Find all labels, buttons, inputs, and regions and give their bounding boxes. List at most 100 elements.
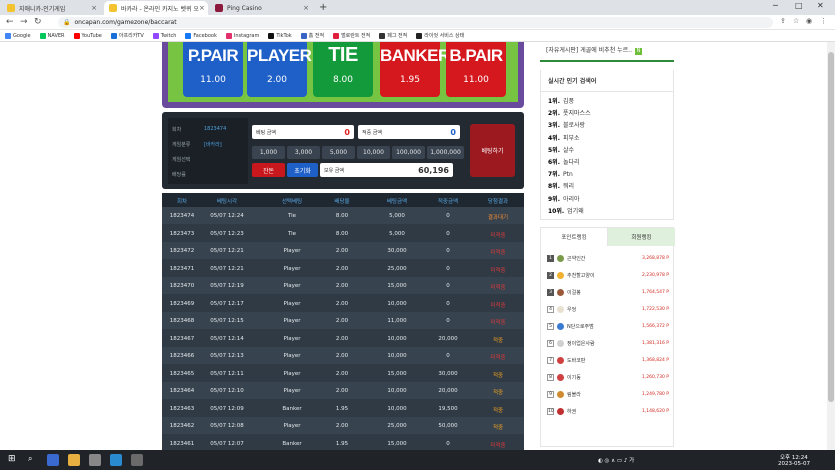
new-tab-button[interactable]: + — [319, 2, 327, 13]
minimize-icon[interactable]: ─ — [773, 1, 778, 10]
bookmark-label: 페그 전적 — [387, 33, 408, 39]
bookmark-icon — [379, 32, 386, 39]
keyword-item[interactable]: 10위. 엄기왜 — [548, 206, 584, 215]
win-amount-field: 적중 금액 0 — [358, 125, 460, 139]
chrome-taskbar-icon[interactable] — [47, 454, 59, 466]
ranking-item[interactable]: 6 정이업은사람 1,381,316 P — [547, 337, 669, 349]
ranking-item[interactable]: 10 하권 1,148,620 P — [547, 405, 669, 417]
notice-text[interactable]: [자유게시판] 게골에 비추천 누르.. — [546, 47, 632, 54]
app-taskbar-icon[interactable] — [89, 454, 101, 466]
table-cell: 1.95 — [335, 440, 349, 447]
ranking-item[interactable]: 3 이걸봉 1,764,547 P — [547, 286, 669, 298]
bookmark-item[interactable]: Instagram — [225, 32, 259, 39]
bookmark-item[interactable]: YouTube — [73, 32, 102, 39]
clock-time[interactable]: 오후 12:24 — [780, 453, 808, 461]
bookmark-item[interactable]: 페그 전적 — [379, 32, 407, 39]
browser-tab-2[interactable]: 바카라 - 온라인 카지노 벳퀴 오 × — [104, 1, 208, 15]
keyword-text: 풋지마스스 — [562, 110, 591, 118]
keyword-item[interactable]: 9위. 아리아 — [548, 194, 580, 203]
keyword-item[interactable]: 7위. Ptn — [548, 169, 573, 178]
chip-5000-button[interactable]: 5,000 — [322, 146, 355, 159]
ranking-item[interactable]: 1 곤약인간 3,268,878 P — [547, 252, 669, 264]
chip-10000-button[interactable]: 10,000 — [357, 146, 390, 159]
bookmark-star-icon[interactable]: ☆ — [793, 17, 799, 25]
bookmark-item[interactable]: Twitch — [152, 32, 176, 39]
bet-amount-value: 0 — [344, 127, 350, 137]
browser-tab-1[interactable]: 지애니카-인기게임 × — [2, 1, 102, 15]
bookmark-icon — [110, 32, 117, 39]
rank-points: 1,381,316 P — [641, 340, 669, 346]
close-icon[interactable]: × — [91, 4, 97, 12]
table-cell: 1823469 — [169, 300, 195, 307]
ranking-item[interactable]: 9 림볼라 1,249,780 P — [547, 388, 669, 400]
forward-icon[interactable]: → — [20, 17, 28, 27]
bet-player-button[interactable]: PLAYER 2.00 — [247, 42, 312, 97]
chip-1000-button[interactable]: 1,000 — [252, 146, 285, 159]
store-taskbar-icon[interactable] — [110, 454, 122, 466]
keyword-text: 뭐리 — [562, 183, 575, 191]
rank-name: 정이업은사람 — [567, 340, 595, 347]
bookmark-item[interactable]: 벌로란트 전적 — [333, 32, 370, 39]
reset-button[interactable]: 잔돈 — [252, 163, 285, 177]
chip-1000000-button[interactable]: 1,000,000 — [427, 146, 464, 159]
close-icon[interactable]: × — [199, 4, 205, 12]
ranking-item[interactable]: 8 이기동 1,260,730 P — [547, 371, 669, 383]
back-icon[interactable]: ← — [6, 17, 14, 27]
search-icon[interactable]: ⌕ — [28, 454, 32, 464]
scrollbar-thumb[interactable] — [828, 52, 834, 402]
keyword-item[interactable]: 8위. 뭐리 — [548, 181, 574, 190]
chip-100000-button[interactable]: 100,000 — [392, 146, 425, 159]
menu-icon[interactable]: ⋮ — [820, 17, 827, 25]
tab-point-ranking[interactable]: 포인트랭킹 — [541, 228, 608, 246]
close-window-icon[interactable]: ✕ — [817, 1, 824, 10]
table-cell: 0 — [446, 353, 450, 359]
bet-banker-button[interactable]: BANKER 1.95 — [380, 42, 450, 97]
clock-date[interactable]: 2023-05-07 — [778, 461, 810, 467]
keyword-item[interactable]: 1위. 김풍 — [548, 96, 574, 105]
chip-3000-button[interactable]: 3,000 — [287, 146, 320, 159]
bookmark-icon — [152, 32, 159, 39]
bookmark-item[interactable]: NAVER — [39, 32, 65, 39]
avatar — [557, 407, 564, 415]
page-scrollbar[interactable] — [827, 42, 835, 450]
profile-icon[interactable]: ◉ — [806, 17, 812, 25]
bookmark-item[interactable]: 아프리카TV — [110, 32, 144, 39]
bet-bpair-button[interactable]: B.PAIR 11.00 — [446, 42, 506, 97]
ranking-item[interactable]: 4 우엉 1,722,530 P — [547, 303, 669, 315]
close-icon[interactable]: × — [303, 4, 309, 12]
board-notice[interactable]: [자유게시판] 게골에 비추천 누르.. N — [540, 42, 674, 62]
explorer-taskbar-icon[interactable] — [68, 454, 80, 466]
keyword-item[interactable]: 3위. 블로사랑 — [548, 120, 585, 129]
place-bet-button[interactable]: 베팅하기 — [470, 124, 515, 177]
table-cell: 미적중 — [490, 355, 506, 361]
bookmark-item[interactable]: TikTok — [268, 32, 292, 39]
windows-start-icon[interactable]: ⊞ — [8, 454, 16, 464]
bookmark-item[interactable]: 라이엇 서비스 상태 — [416, 32, 464, 39]
clear-button[interactable]: 초기화 — [287, 163, 318, 177]
tab-member-ranking[interactable]: 회원랭킹 — [608, 228, 675, 246]
address-bar[interactable]: 🔒 oncapan.com/gamezone/baccarat — [58, 17, 773, 28]
ranking-item[interactable]: 5 N단으로주범 1,566,372 P — [547, 320, 669, 332]
keyword-item[interactable]: 5위. 살수 — [548, 145, 574, 154]
bookmark-item[interactable]: Google — [5, 32, 31, 39]
keyword-item[interactable]: 2위. 풋지마스스 — [548, 108, 591, 117]
bet-tie-button[interactable]: TIE 8.00 — [313, 42, 373, 97]
bet-name: B.PAIR — [449, 46, 503, 65]
app2-taskbar-icon[interactable] — [131, 454, 143, 466]
bet-ppair-button[interactable]: P.PAIR 11.00 — [183, 42, 243, 97]
bookmark-item[interactable]: 홈 전적 — [300, 32, 324, 39]
table-cell: 1823461 — [169, 440, 195, 447]
share-icon[interactable]: ⇪ — [780, 17, 786, 25]
tray-icons[interactable]: ◐ ◎ ∧ ▭ ♪ 가 — [598, 456, 634, 464]
keyword-item[interactable]: 4위. 피부소 — [548, 133, 580, 142]
ranking-item[interactable]: 7 도바코판 1,368,824 P — [547, 354, 669, 366]
browser-window: 지애니카-인기게임 × 바카라 - 온라인 카지노 벳퀴 오 × Ping Ca… — [0, 0, 835, 470]
reload-icon[interactable]: ↻ — [34, 17, 42, 27]
maximize-icon[interactable]: □ — [795, 1, 803, 10]
table-cell: 2.00 — [335, 300, 349, 307]
ranking-item[interactable]: 2 추천할고양이 2,230,978 P — [547, 269, 669, 281]
keyword-item[interactable]: 6위. 놀다리 — [548, 157, 580, 166]
bookmark-item[interactable]: Facebook — [185, 32, 217, 39]
lock-icon: 🔒 — [63, 19, 71, 26]
browser-tab-3[interactable]: Ping Casino × — [210, 1, 314, 15]
